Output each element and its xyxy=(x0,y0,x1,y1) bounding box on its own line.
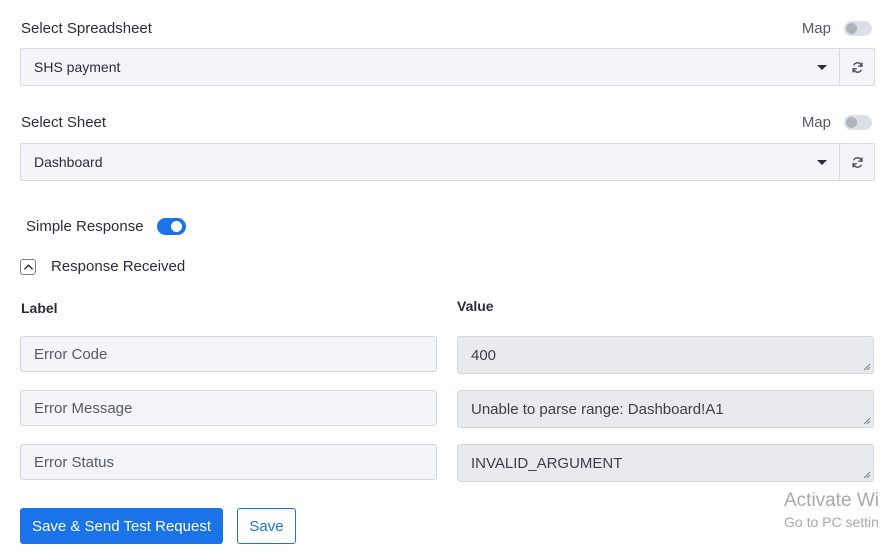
refresh-icon xyxy=(851,156,863,168)
sheet-map-label: Map xyxy=(801,114,831,131)
resize-grip-icon[interactable] xyxy=(863,363,871,371)
simple-response-row: Simple Response xyxy=(26,218,186,235)
save-and-send-test-request-button[interactable]: Save & Send Test Request xyxy=(20,508,223,544)
row-label-input-error-status[interactable] xyxy=(20,444,437,480)
row-value-text: 400 xyxy=(471,346,497,364)
row-value-error-message[interactable]: Unable to parse range: Dashboard!A1 xyxy=(457,390,874,428)
sheet-select[interactable]: Dashboard xyxy=(20,143,840,181)
label-column-header: Label xyxy=(21,300,58,316)
toggle-knob xyxy=(170,221,182,232)
toggle-knob xyxy=(846,23,857,34)
simple-response-toggle[interactable] xyxy=(156,218,186,235)
resize-grip-icon[interactable] xyxy=(863,417,871,425)
response-received-row: Response Received xyxy=(20,258,185,275)
save-button[interactable]: Save xyxy=(237,508,296,544)
sheet-label: Select Sheet xyxy=(21,114,107,131)
spreadsheet-map-toggle[interactable] xyxy=(844,21,872,36)
resize-grip-icon[interactable] xyxy=(863,471,871,479)
spreadsheet-label: Select Spreadsheet xyxy=(21,20,152,37)
caret-down-icon xyxy=(817,64,827,70)
activate-windows-watermark: Activate Wi Go to PC settin xyxy=(784,490,879,530)
row-label-input-error-code[interactable] xyxy=(20,336,437,372)
watermark-line2: Go to PC settin xyxy=(784,514,879,530)
toggle-knob xyxy=(846,117,857,128)
row-value-error-status[interactable]: INVALID_ARGUMENT xyxy=(457,444,874,482)
spreadsheet-select[interactable]: SHS payment xyxy=(20,48,840,86)
spreadsheet-map-control: Map xyxy=(802,20,872,37)
refresh-icon xyxy=(851,61,863,73)
value-column-header: Value xyxy=(457,298,494,314)
spreadsheet-selected-value: SHS payment xyxy=(34,59,121,75)
row-label-input-error-message[interactable] xyxy=(20,390,437,426)
response-received-label: Response Received xyxy=(51,258,186,275)
sheet-select-row: Dashboard xyxy=(20,143,875,181)
chevron-up-icon xyxy=(23,263,33,270)
collapse-button[interactable] xyxy=(20,258,36,275)
row-value-text: INVALID_ARGUMENT xyxy=(471,454,623,472)
spreadsheet-map-label: Map xyxy=(801,20,831,37)
row-value-text: Unable to parse range: Dashboard!A1 xyxy=(471,400,724,418)
sheet-refresh-button[interactable] xyxy=(840,143,875,181)
row-value-error-code[interactable]: 400 xyxy=(457,336,874,374)
spreadsheet-refresh-button[interactable] xyxy=(840,48,875,86)
sheet-map-control: Map xyxy=(802,114,872,131)
sheet-selected-value: Dashboard xyxy=(34,154,103,170)
watermark-line1: Activate Wi xyxy=(784,490,880,511)
simple-response-label: Simple Response xyxy=(26,218,144,235)
caret-down-icon xyxy=(817,159,827,165)
spreadsheet-select-row: SHS payment xyxy=(20,48,875,86)
sheet-map-toggle[interactable] xyxy=(844,115,872,130)
